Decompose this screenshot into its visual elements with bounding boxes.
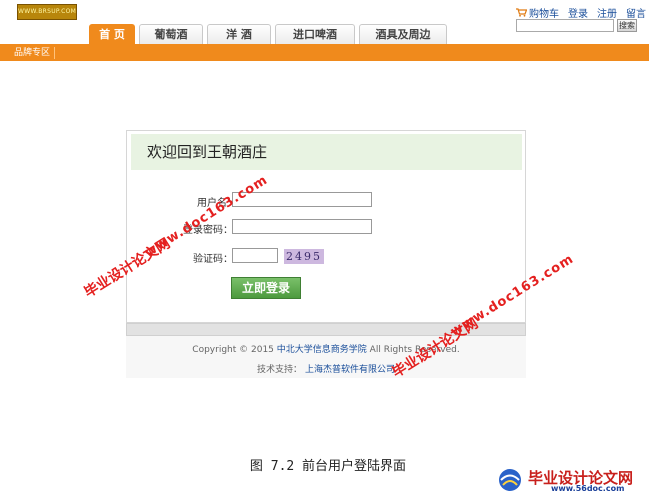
search-bar: 搜索 (516, 19, 637, 32)
top-links: 购物车 登录 注册 留言 (516, 5, 655, 20)
captcha-image[interactable]: 2495 (284, 249, 324, 264)
brand-zone-link[interactable]: 品牌专区 (10, 47, 56, 59)
watermark-logo-icon (499, 469, 521, 491)
copyright-org-link[interactable]: 中北大学信息商务学院 (277, 345, 367, 355)
sub-nav-bar: 品牌专区 (0, 44, 649, 61)
cart-link[interactable]: 购物车 (529, 5, 559, 20)
tab-wine[interactable]: 葡萄酒 (139, 24, 203, 44)
copyright-prefix: Copyright © 2015 (192, 345, 274, 355)
support-label: 技术支持： (257, 365, 303, 375)
tab-accessories[interactable]: 酒具及周边 (359, 24, 447, 44)
welcome-heading: 欢迎回到王朝酒庄 (131, 134, 522, 170)
captcha-label: 验证码： (193, 254, 233, 265)
main-nav: 首 页 葡萄酒 洋 酒 进口啤酒 酒具及周边 (89, 24, 451, 44)
search-button[interactable]: 搜索 (617, 19, 637, 32)
support-company-link[interactable]: 上海杰普软件有限公司 (305, 365, 395, 375)
tab-home[interactable]: 首 页 (89, 24, 135, 44)
support-line: 技术支持： 上海杰普软件有限公司 (126, 362, 526, 375)
footer: Copyright © 2015 中北大学信息商务学院 All Rights R… (126, 336, 526, 378)
captcha-field[interactable] (232, 248, 278, 263)
register-link[interactable]: 注册 (597, 5, 617, 20)
login-link[interactable]: 登录 (568, 5, 588, 20)
tab-liquor[interactable]: 洋 酒 (207, 24, 271, 44)
search-input[interactable] (516, 19, 614, 32)
login-submit-button[interactable]: 立即登录 (231, 277, 301, 299)
logo-text: WWW.BRSUP.COM (18, 8, 77, 15)
password-field[interactable] (232, 219, 372, 234)
site-logo[interactable]: WWW.BRSUP.COM (17, 4, 77, 20)
watermark-brand-url: www.56doc.com (551, 484, 625, 493)
tab-imported-beer[interactable]: 进口啤酒 (275, 24, 355, 44)
cart-icon (516, 8, 527, 17)
copyright-line: Copyright © 2015 中北大学信息商务学院 All Rights R… (126, 342, 526, 355)
message-link[interactable]: 留言 (626, 5, 646, 20)
